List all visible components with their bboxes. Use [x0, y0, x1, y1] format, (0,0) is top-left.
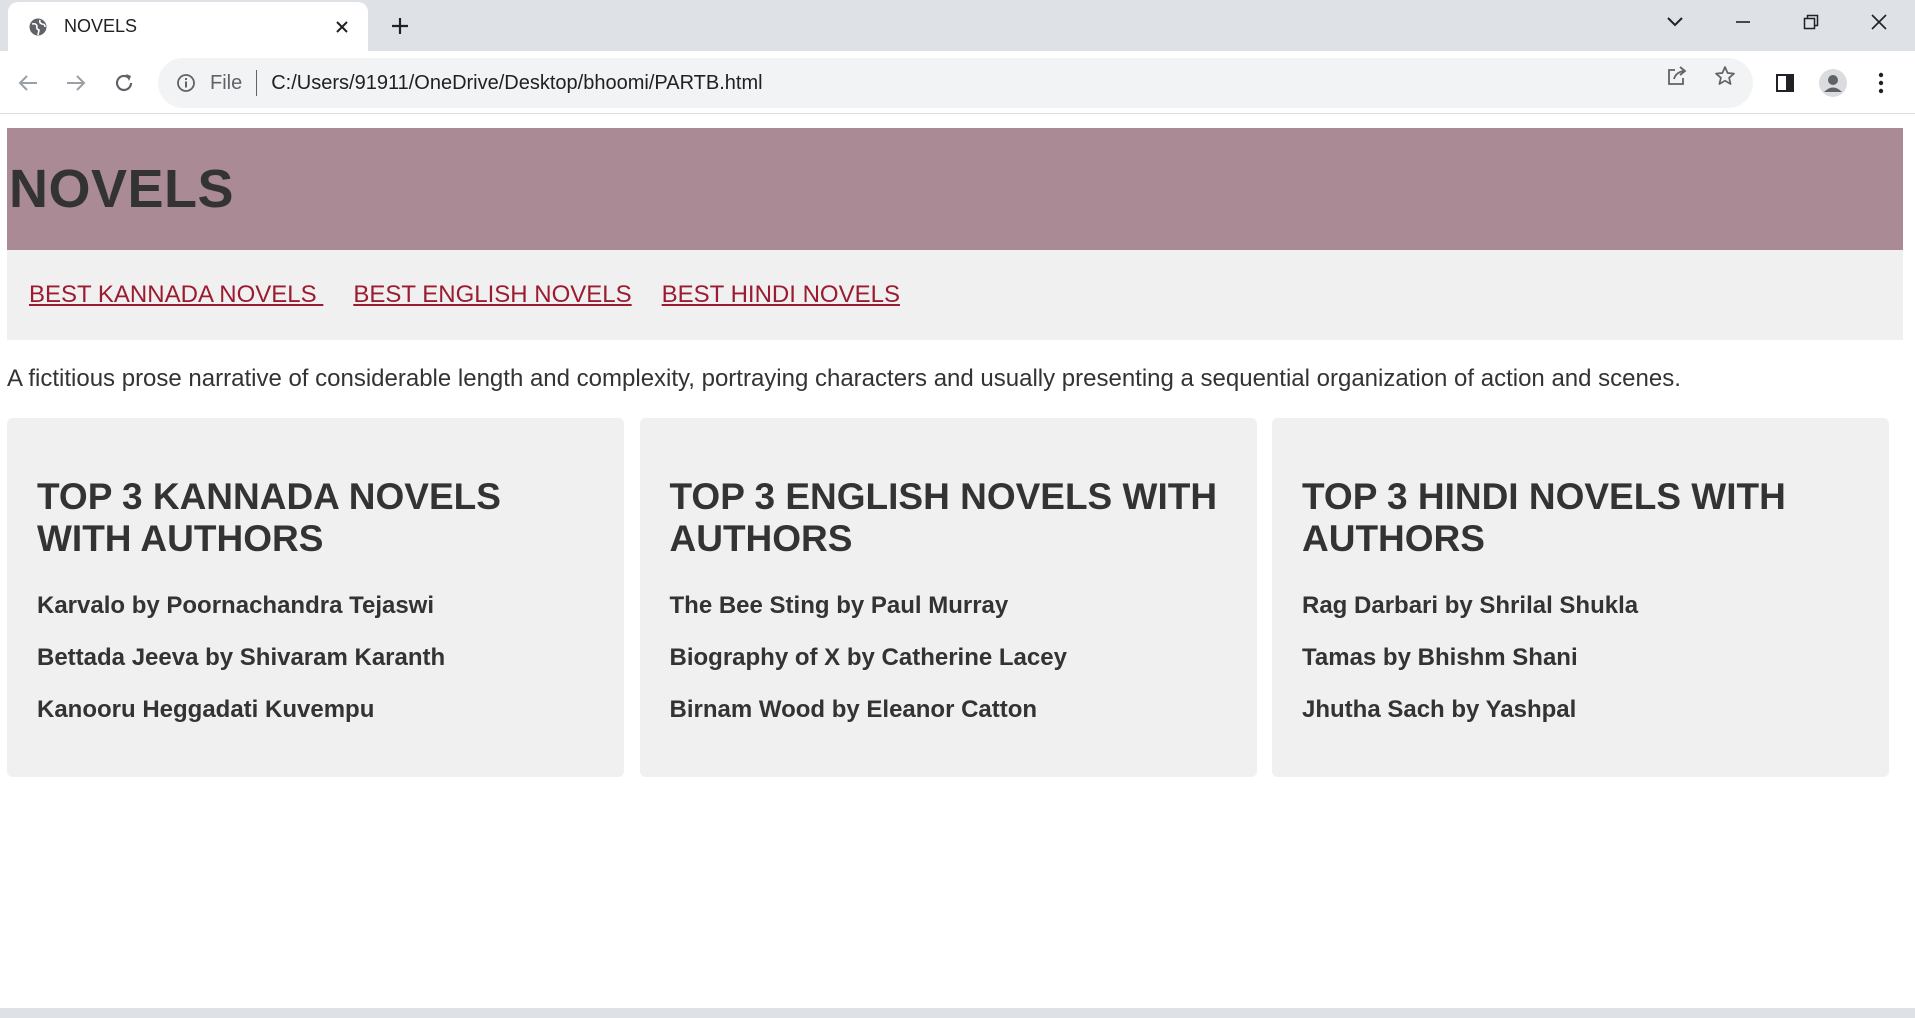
forward-arrow-icon[interactable] — [56, 63, 96, 103]
tab-strip: NOVELS — [0, 0, 1915, 51]
card-kannada: TOP 3 KANNADA NOVELS WITH AUTHORS Karval… — [7, 418, 624, 777]
tab-title: NOVELS — [64, 16, 138, 36]
bookmark-star-icon[interactable] — [1710, 61, 1740, 91]
kebab-menu-icon[interactable] — [1861, 63, 1901, 103]
nav-link-kannada[interactable]: BEST KANNADA NOVELS — [29, 281, 323, 309]
share-icon[interactable] — [1662, 61, 1692, 91]
address-url[interactable]: C:/Users/91911/OneDrive/Desktop/bhoomi/P… — [271, 72, 762, 95]
card-row: TOP 3 KANNADA NOVELS WITH AUTHORS Karval… — [7, 418, 1889, 777]
profile-avatar-icon[interactable] — [1813, 63, 1853, 103]
card-item: Tamas by Bhishm Shani — [1302, 644, 1578, 671]
globe-icon — [26, 15, 50, 39]
nav-bar: BEST KANNADA NOVELS BEST ENGLISH NOVELS … — [7, 250, 1903, 340]
info-icon[interactable] — [172, 69, 200, 97]
card-item: Jhutha Sach by Yashpal — [1302, 696, 1577, 723]
card-title: TOP 3 KANNADA NOVELS WITH AUTHORS — [37, 476, 501, 559]
card-item: The Bee Sting by Paul Murray — [669, 592, 1009, 619]
close-window-button[interactable] — [1845, 0, 1913, 44]
page-content: NOVELS BEST KANNADA NOVELS BEST ENGLISH … — [0, 115, 1915, 1008]
side-panel-icon[interactable] — [1765, 63, 1805, 103]
address-bar[interactable]: File C:/Users/91911/OneDrive/Desktop/bho… — [158, 58, 1753, 108]
browser-tab[interactable]: NOVELS — [8, 2, 368, 51]
card-english: TOP 3 ENGLISH NOVELS WITH AUTHORS The Be… — [639, 418, 1257, 777]
card-title: TOP 3 ENGLISH NOVELS WITH AUTHORS — [669, 476, 1218, 559]
card-hindi: TOP 3 HINDI NOVELS WITH AUTHORS Rag Darb… — [1272, 418, 1889, 777]
page-title: NOVELS — [9, 159, 235, 219]
card-item: Birnam Wood by Eleanor Catton — [669, 696, 1038, 723]
page-header: NOVELS — [7, 128, 1903, 250]
tab-close-icon[interactable] — [330, 15, 354, 39]
card-item: Bettada Jeeva by Shivaram Karanth — [37, 644, 446, 671]
new-tab-button[interactable] — [384, 10, 416, 42]
minimize-button[interactable] — [1709, 0, 1777, 44]
browser-toolbar: File C:/Users/91911/OneDrive/Desktop/bho… — [0, 51, 1915, 114]
reload-icon[interactable] — [104, 63, 144, 103]
address-divider — [256, 70, 258, 96]
card-item: Kanooru Heggadati Kuvempu — [37, 696, 375, 723]
taskbar-edge — [0, 1008, 1915, 1018]
nav-link-hindi[interactable]: BEST HINDI NOVELS — [662, 281, 900, 309]
tab-search-chevron-down-icon[interactable] — [1641, 0, 1709, 44]
intro-paragraph: A fictitious prose narrative of consider… — [7, 365, 1681, 392]
restore-button[interactable] — [1777, 0, 1845, 44]
card-item: Rag Darbari by Shrilal Shukla — [1302, 592, 1639, 619]
card-title: TOP 3 HINDI NOVELS WITH AUTHORS — [1302, 476, 1786, 559]
address-scheme: File — [210, 71, 243, 94]
card-item: Karvalo by Poornachandra Tejaswi — [37, 592, 435, 619]
back-arrow-icon[interactable] — [8, 63, 48, 103]
card-item: Biography of X by Catherine Lacey — [669, 644, 1067, 671]
nav-link-english[interactable]: BEST ENGLISH NOVELS — [353, 281, 631, 309]
